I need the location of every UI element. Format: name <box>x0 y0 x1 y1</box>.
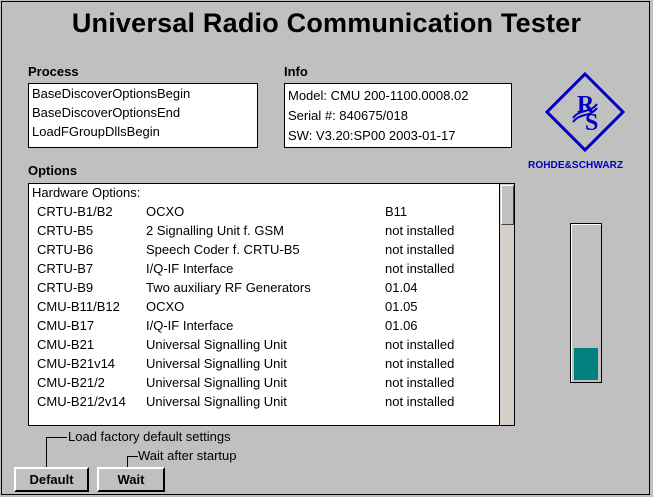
info-sw: SW: V3.20:SP00 2003-01-17 <box>288 128 456 143</box>
option-description: Universal Signalling Unit <box>146 375 287 390</box>
option-code: CRTU-B7 <box>37 261 94 276</box>
option-status: not installed <box>385 242 455 257</box>
option-description: Universal Signalling Unit <box>146 394 287 409</box>
process-line: LoadFGroupDllsBegin <box>32 124 160 139</box>
info-model: Model: CMU 200-1100.0008.02 <box>288 88 469 103</box>
option-status: B11 <box>385 204 408 219</box>
option-status: not installed <box>385 394 455 409</box>
option-status: not installed <box>385 337 455 352</box>
option-code: CMU-B11/B12 <box>37 299 120 314</box>
option-code: CMU-B21v14 <box>37 356 116 371</box>
option-code: CMU-B21/2v14 <box>37 394 126 409</box>
option-status: not installed <box>385 375 455 390</box>
option-status: 01.06 <box>385 318 418 333</box>
option-row: CRTU-B7 I/Q-IF Interface not installed <box>29 259 514 278</box>
option-code: CMU-B21 <box>37 337 95 352</box>
option-row: CRTU-B9 Two auxiliary RF Generators 01.04 <box>29 278 514 297</box>
option-description: Speech Coder f. CRTU-B5 <box>146 242 300 257</box>
info-panel: Model: CMU 200-1100.0008.02 Serial #: 84… <box>284 83 512 148</box>
page-title: Universal Radio Communication Tester <box>71 8 582 38</box>
option-description: OCXO <box>146 204 185 219</box>
brand-name: ROHDE&SCHWARZ <box>528 160 624 171</box>
option-status: 01.04 <box>385 280 418 295</box>
option-code: CRTU-B1/B2 <box>37 204 113 219</box>
process-line: BaseDiscoverOptionsEnd <box>32 105 181 120</box>
option-row: CMU-B21/2v14 Universal Signalling Unit not… <box>29 392 514 411</box>
option-row: CRTU-B5 2 Signalling Unit f. GSM not insta… <box>29 221 514 240</box>
option-code: CMU-B21/2 <box>37 375 105 390</box>
option-row: CMU-B11/B12 OCXO 01.05 <box>29 297 514 316</box>
option-description: Universal Signalling Unit <box>146 356 287 371</box>
option-description: 2 Signalling Unit f. GSM <box>146 223 285 238</box>
option-code: CRTU-B6 <box>37 242 94 257</box>
option-row: CMU-B21v14 Universal Signalling Unit not i… <box>29 354 514 373</box>
option-row: CMU-B21 Universal Signalling Unit not inst… <box>29 335 514 354</box>
option-status: 01.05 <box>385 299 418 314</box>
wait-button[interactable]: Wait <box>97 467 165 492</box>
option-status: not installed <box>385 223 455 238</box>
process-label: Process <box>28 64 79 79</box>
option-row: CRTU-B6 Speech Coder f. CRTU-B5 not instal… <box>29 240 514 259</box>
progress-meter <box>570 223 602 383</box>
option-code: CMU-B17 <box>37 318 95 333</box>
option-status: not installed <box>385 261 455 276</box>
option-description: OCXO <box>146 299 185 314</box>
option-code: CRTU-B5 <box>37 223 94 238</box>
info-serial: Serial #: 840675/018 <box>288 108 408 123</box>
rs-diamond-icon: R S <box>544 71 626 153</box>
option-code: CRTU-B9 <box>37 280 94 295</box>
scrollbar-thumb[interactable] <box>501 185 514 225</box>
process-line: BaseDiscoverOptionsBegin <box>32 86 191 101</box>
option-description: I/Q-IF Interface <box>146 261 234 276</box>
options-scrollbar[interactable] <box>499 184 514 425</box>
option-row: CMU-B17 I/Q-IF Interface 01.06 <box>29 316 514 335</box>
options-header: Hardware Options: <box>32 185 141 200</box>
default-button[interactable]: Default <box>14 467 89 492</box>
options-list[interactable]: Hardware Options: CRTU-B1/B2 OCXO B11 CRTU-… <box>28 183 515 426</box>
process-log: BaseDiscoverOptionsBegin BaseDiscoverOpt… <box>28 83 258 148</box>
option-description: I/Q-IF Interface <box>146 318 234 333</box>
option-row: CRTU-B1/B2 OCXO B11 <box>29 202 514 221</box>
info-label: Info <box>284 64 308 79</box>
default-hint: Load factory default settings <box>68 429 231 444</box>
option-row: CMU-B21/2 Universal Signalling Unit not in… <box>29 373 514 392</box>
option-description: Two auxiliary RF Generators <box>146 280 311 295</box>
progress-fill <box>574 348 598 380</box>
option-description: Universal Signalling Unit <box>146 337 287 352</box>
wait-hint: Wait after startup <box>138 448 237 463</box>
default-hint-line <box>46 437 67 468</box>
options-label: Options <box>28 163 78 178</box>
option-status: not installed <box>385 356 455 371</box>
rohde-schwarz-logo: R S <box>544 71 626 153</box>
